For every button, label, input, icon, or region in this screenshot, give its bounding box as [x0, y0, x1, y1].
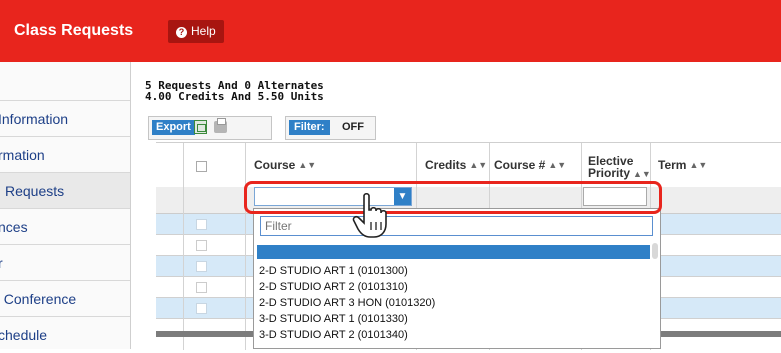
sidebar-item-label: r	[0, 245, 3, 281]
horizontal-scrollbar-track	[661, 331, 781, 337]
row-checkbox[interactable]	[196, 219, 207, 230]
question-icon: ?	[176, 27, 187, 38]
row-checkbox[interactable]	[196, 282, 207, 293]
row-checkbox[interactable]	[196, 303, 207, 314]
request-summary: 5 Requests And 0 Alternates 4.00 Credits…	[145, 80, 324, 102]
sidebar-item-label: Requests	[5, 183, 65, 199]
excel-icon[interactable]	[194, 120, 207, 134]
print-icon[interactable]	[214, 118, 227, 133]
sidebar-item-label: rmation	[0, 147, 45, 163]
dropdown-option[interactable]: 3-D STUDIO ART 1 (0101330)	[259, 313, 408, 325]
dropdown-option[interactable]: 2-D STUDIO ART 3 HON (0101320)	[259, 297, 435, 309]
summary-credits: 4.00 Credits And 5.50 Units	[145, 90, 324, 103]
sort-icon: ▲▼	[548, 160, 567, 170]
sidebar-item-label: nces	[0, 219, 28, 235]
sort-icon: ▲▼	[689, 160, 708, 170]
callout-highlight	[244, 181, 662, 214]
row-checkbox[interactable]	[196, 261, 207, 272]
horizontal-scrollbar[interactable]	[156, 331, 253, 337]
sidebar: Information rmation Requests nces r t Co…	[0, 62, 131, 349]
sidebar-item-preferences[interactable]: nces	[0, 208, 130, 245]
sidebar-item-requests[interactable]: Requests	[0, 172, 130, 209]
sort-icon: ▲▼	[633, 168, 651, 179]
filter-button[interactable]: Filter:	[289, 120, 330, 135]
dropdown-option[interactable]: 2-D STUDIO ART 1 (0101300)	[259, 265, 408, 277]
filter-state[interactable]: OFF	[342, 120, 364, 135]
sidebar-item-label: Information	[0, 111, 69, 127]
sidebar-item-schedule[interactable]: chedule	[0, 316, 130, 353]
export-button[interactable]: Export	[152, 120, 195, 135]
sort-icon: ▲▼	[469, 160, 488, 170]
row-checkbox[interactable]	[196, 240, 207, 251]
dropdown-filter-input[interactable]	[260, 216, 653, 236]
sidebar-item-conference[interactable]: t Conference	[0, 280, 130, 317]
column-term[interactable]: Term ▲▼	[658, 143, 707, 187]
page-title: Class Requests	[14, 22, 134, 39]
sort-icon: ▲▼	[298, 160, 317, 170]
help-label: Help	[191, 24, 216, 38]
column-elective-priority[interactable]: Elective Priority ▲▼	[588, 149, 651, 185]
app-header: Class Requests ? Help	[0, 0, 781, 62]
sidebar-item-information[interactable]: Information	[0, 100, 130, 137]
sidebar-item-label: chedule	[0, 327, 48, 343]
column-divider	[183, 143, 184, 350]
course-dropdown: 2-D STUDIO ART 1 (0101300) 2-D STUDIO AR…	[253, 208, 661, 349]
sidebar-item-calendar[interactable]: r	[0, 244, 130, 281]
dropdown-option-empty[interactable]	[257, 245, 650, 259]
dropdown-option[interactable]: 3-D STUDIO ART 2 (0101340)	[259, 329, 408, 341]
column-divider	[245, 143, 246, 350]
sidebar-item-information-2[interactable]: rmation	[0, 136, 130, 173]
hand-cursor-icon	[352, 192, 387, 238]
dropdown-option[interactable]: 2-D STUDIO ART 2 (0101310)	[259, 281, 408, 293]
select-all-checkbox[interactable]	[196, 161, 207, 172]
help-button[interactable]: ? Help	[168, 20, 224, 43]
dropdown-scrollbar[interactable]	[652, 243, 658, 259]
sidebar-item-label: t Conference	[0, 291, 77, 307]
